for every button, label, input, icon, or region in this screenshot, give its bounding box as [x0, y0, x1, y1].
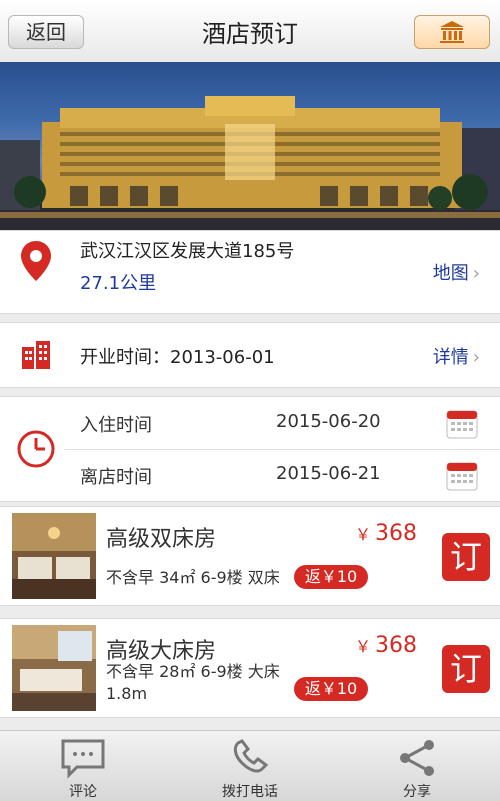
tab-call[interactable]: 拨打电话 — [167, 731, 333, 801]
price-value: 368 — [375, 633, 418, 658]
opening-info: 开业时间：2013-06-01 — [80, 343, 275, 369]
room-photo — [12, 513, 96, 599]
hotel-address: 武汉江汉区发展大道185号 — [80, 241, 295, 262]
currency-symbol: ￥ — [355, 637, 372, 656]
calendar-icon[interactable] — [446, 459, 478, 491]
book-button[interactable]: 订 — [442, 533, 490, 581]
clock-icon — [17, 430, 55, 468]
header-bar: 返回 酒店预订 — [0, 0, 500, 63]
comment-icon — [61, 739, 105, 779]
room-price: ￥ 368 — [355, 521, 417, 546]
chevron-right-icon: › — [472, 263, 480, 284]
checkout-row[interactable]: 离店时间 2015-06-21 — [64, 449, 500, 501]
map-link-label: 地图 — [432, 263, 469, 284]
calendar-icon[interactable] — [446, 407, 478, 439]
tab-share[interactable]: 分享 — [334, 731, 500, 801]
book-button[interactable]: 订 — [442, 645, 490, 693]
building-icon — [22, 341, 50, 369]
address-card[interactable]: 武汉江汉区发展大道185号 27.1公里 地图 › — [0, 230, 500, 314]
checkin-label: 入住时间 — [80, 415, 152, 436]
stay-dates-card: 入住时间 2015-06-20 离店时间 2015-06-21 — [0, 396, 500, 502]
tab-call-label: 拨打电话 — [222, 784, 278, 800]
phone-icon — [233, 739, 269, 773]
chevron-right-icon: › — [472, 347, 480, 368]
room-card[interactable]: 高级双床房 ￥ 368 不含早 34㎡ 6-9楼 双床 返￥10 订 — [0, 506, 500, 606]
opening-date: 2013-06-01 — [170, 347, 275, 368]
tab-comment[interactable]: 评论 — [0, 731, 166, 801]
location-pin-icon — [21, 241, 51, 281]
tab-share-label: 分享 — [403, 784, 431, 800]
share-icon — [400, 740, 434, 776]
opening-label: 开业时间： — [80, 347, 170, 368]
checkin-date: 2015-06-20 — [276, 411, 381, 432]
currency-symbol: ￥ — [355, 525, 372, 544]
price-value: 368 — [375, 521, 418, 546]
room-name: 高级双床房 — [106, 527, 217, 552]
cashback-badge: 返￥10 — [294, 565, 368, 589]
details-link[interactable]: 详情 › — [433, 343, 480, 369]
bank-icon — [440, 21, 464, 43]
hotel-photo — [0, 62, 500, 230]
hotel-distance: 27.1公里 — [80, 273, 157, 294]
room-description: 不含早 34㎡ 6-9楼 双床 — [106, 568, 280, 587]
details-link-label: 详情 — [432, 347, 469, 368]
room-price: ￥ 368 — [355, 633, 417, 658]
cashback-badge: 返￥10 — [294, 677, 368, 701]
room-description: 不含早 28㎡ 6-9楼 大床1.8m — [106, 662, 280, 703]
checkin-row[interactable]: 入住时间 2015-06-20 — [64, 397, 500, 450]
map-link[interactable]: 地图 › — [433, 259, 480, 285]
checkout-label: 离店时间 — [80, 467, 152, 488]
home-button[interactable] — [414, 15, 490, 49]
room-card[interactable]: 高级大床房 ￥ 368 不含早 28㎡ 6-9楼 大床1.8m 返￥10 订 — [0, 618, 500, 718]
tab-comment-label: 评论 — [69, 784, 97, 800]
bottom-toolbar: 评论 拨打电话 分享 — [0, 730, 500, 801]
room-photo — [12, 625, 96, 711]
opening-card[interactable]: 开业时间：2013-06-01 详情 › — [0, 322, 500, 388]
checkout-date: 2015-06-21 — [276, 463, 381, 484]
